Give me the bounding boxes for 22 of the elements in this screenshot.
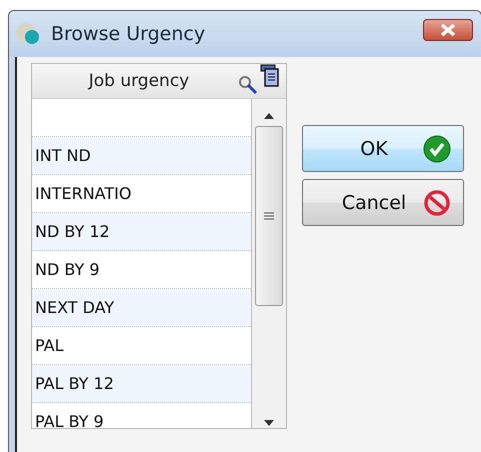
search-icon[interactable] (238, 75, 258, 95)
table-cell[interactable]: ND BY 12 (35, 222, 110, 241)
scrollbar[interactable] (252, 99, 286, 428)
column-header: Job urgency (86, 71, 190, 91)
scroll-down-icon[interactable] (263, 419, 275, 427)
table-cell[interactable]: NEXT DAY (35, 298, 114, 317)
close-button[interactable] (423, 19, 473, 41)
prohibited-icon (423, 188, 451, 216)
table-cell[interactable]: INT ND (35, 146, 91, 165)
cancel-button[interactable]: Cancel (302, 179, 464, 226)
ok-button[interactable]: OK (302, 125, 464, 172)
table-cell[interactable]: INTERNATIO (35, 184, 132, 203)
table-cell[interactable]: ND BY 9 (35, 260, 100, 279)
check-icon (423, 134, 451, 162)
close-icon (439, 23, 457, 37)
column-chooser-icon[interactable] (260, 64, 280, 88)
table-cell[interactable]: PAL BY 9 (35, 412, 104, 428)
grip-icon (264, 211, 274, 221)
scroll-up-icon[interactable] (263, 112, 275, 120)
table-cell[interactable]: PAL BY 12 (35, 374, 114, 393)
table-cell[interactable]: PAL (35, 336, 64, 355)
window-title: Browse Urgency (51, 23, 206, 45)
